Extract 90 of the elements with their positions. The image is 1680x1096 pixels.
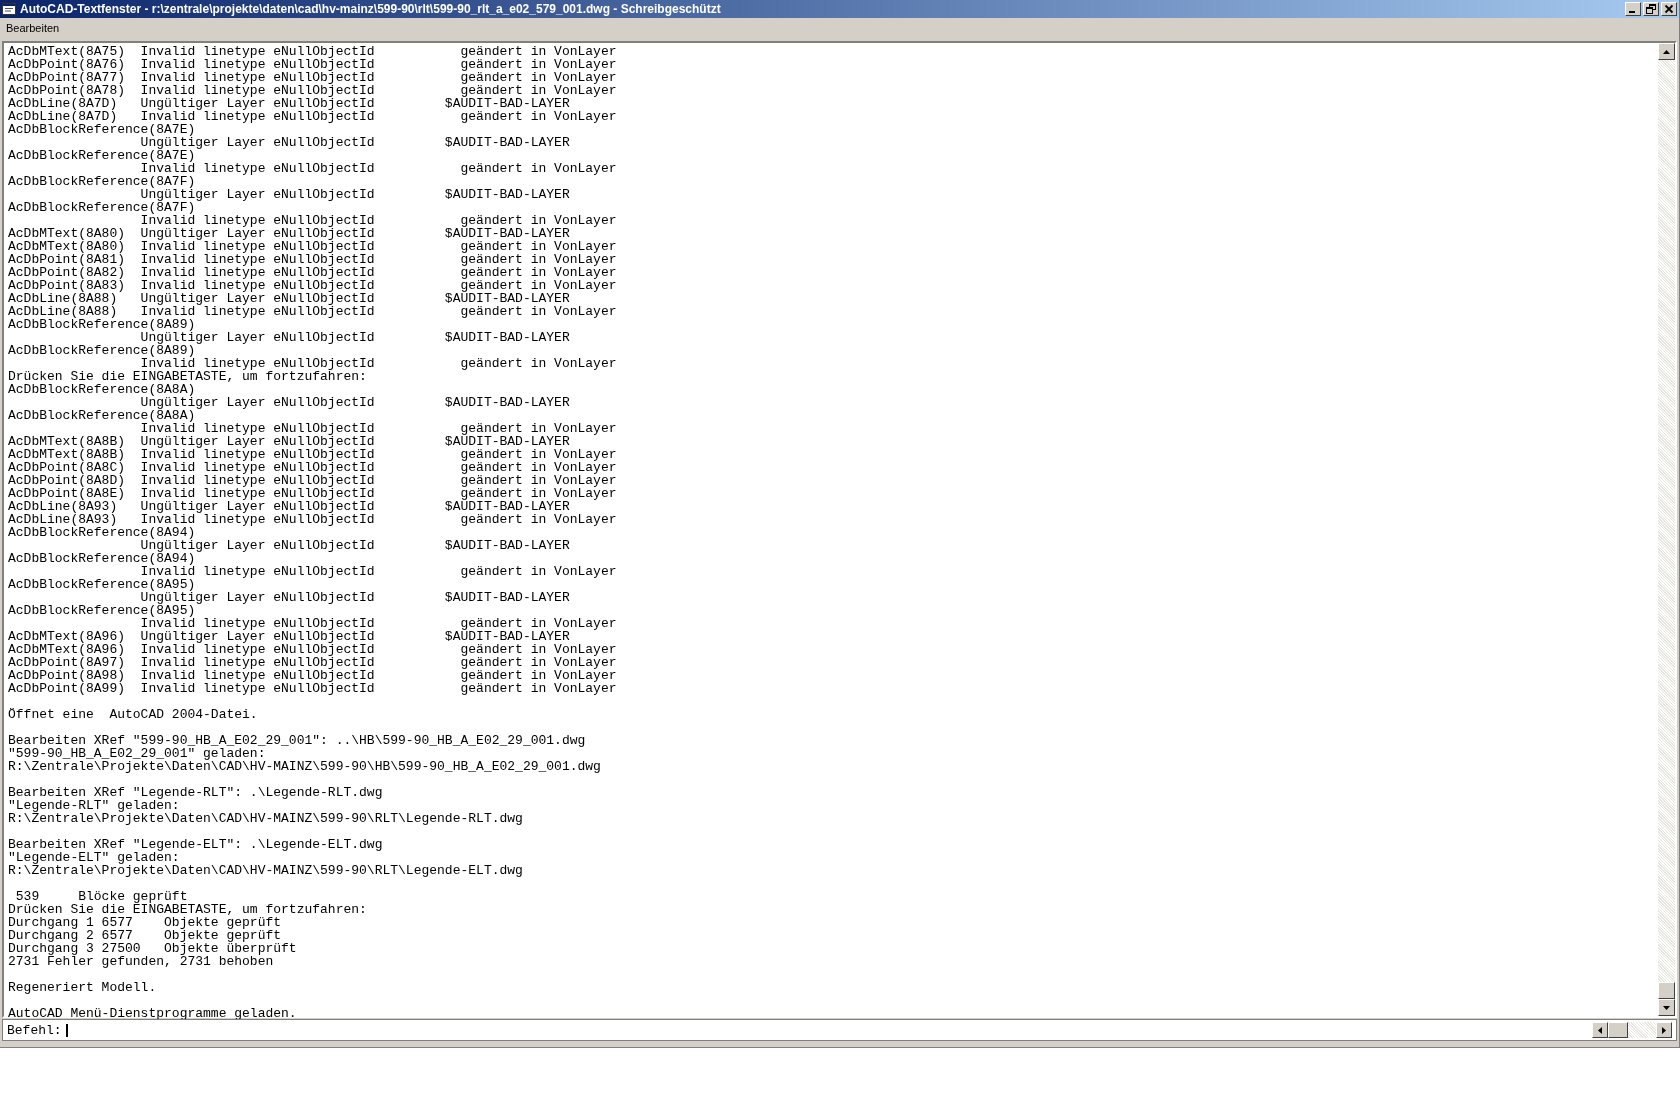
output-line: R:\Zentrale\Projekte\Daten\CAD\HV-MAINZ\599-90\RLT\Legende-ELT.dwg [8, 864, 524, 877]
output-line: "Legende-ELT" geladen: [8, 851, 180, 864]
output-line: AcDbLine(8A88) Ungültiger Layer eNullObjectId $AUDIT-BAD-LAYER [8, 292, 570, 305]
output-line: Bearbeiten XRef "Legende-RLT": .\Legende-RLT.dwg [8, 786, 384, 799]
window-icon [2, 2, 16, 16]
output-line: AcDbBlockReference(8A7F) [8, 201, 196, 214]
output-line: AcDbPoint(8A82) Invalid linetype eNullObjectId geändert in VonLayer [8, 266, 618, 279]
output-line: AcDbPoint(8A76) Invalid linetype eNullObjectId geändert in VonLayer [8, 58, 618, 71]
close-icon [1664, 4, 1674, 14]
output-line: Invalid linetype eNullObjectId geändert in VonLayer [140, 162, 618, 175]
output-line: R:\Zentrale\Projekte\Daten\CAD\HV-MAINZ\599-90\HB\599-90_HB_A_E02_29_001.dwg [8, 760, 602, 773]
output-line: Durchgang 3 27500 Objekte überprüft [8, 942, 298, 955]
output-line: AcDbBlockReference(8A95) [8, 578, 196, 591]
output-line: AcDbBlockReference(8A7E) [8, 149, 196, 162]
output-line: AcDbLine(8A88) Invalid linetype eNullObjectId geändert in VonLayer [8, 305, 618, 318]
output-line: Bearbeiten XRef "599-90_HB_A_E02_29_001": ..\HB\599-90_HB_A_E02_29_001.dwg [8, 734, 587, 747]
output-line: AcDbLine(8A7D) Ungültiger Layer eNullObjectId $AUDIT-BAD-LAYER [8, 97, 570, 110]
scroll-right-button[interactable] [1656, 1022, 1672, 1038]
output-line: AutoCAD Menü-Dienstprogramme geladen. [8, 1007, 298, 1020]
output-line: AcDbLine(8A7D) Invalid linetype eNullObjectId geändert in VonLayer [8, 110, 618, 123]
minimize-button[interactable] [1625, 2, 1641, 16]
output-line: AcDbPoint(8A8E) Invalid linetype eNullObjectId geändert in VonLayer [8, 487, 618, 500]
output-line: AcDbLine(8A93) Ungültiger Layer eNullObjectId $AUDIT-BAD-LAYER [8, 500, 570, 513]
text-cursor-icon [65, 1023, 68, 1037]
scroll-thumb[interactable] [1608, 1022, 1628, 1038]
output-line: AcDbLine(8A93) Invalid linetype eNullObjectId geändert in VonLayer [8, 513, 618, 526]
scroll-up-button[interactable] [1658, 43, 1675, 60]
output-line: 2731 Fehler gefunden, 2731 behoben [8, 955, 274, 968]
output-line: Ungültiger Layer eNullObjectId $AUDIT-BAD-LAYER [140, 539, 571, 552]
output-line: AcDbMText(8A75) Invalid linetype eNullObjectId geändert in VonLayer [8, 45, 618, 58]
output-line: AcDbBlockReference(8A7F) [8, 175, 196, 188]
minimize-icon [1629, 11, 1635, 13]
output-line: Ungültiger Layer eNullObjectId $AUDIT-BAD-LAYER [140, 591, 571, 604]
output-line: AcDbPoint(8A99) Invalid linetype eNullObjectId geändert in VonLayer [8, 682, 618, 695]
output-line: AcDbPoint(8A81) Invalid linetype eNullObjectId geändert in VonLayer [8, 253, 618, 266]
output-line: AcDbMText(8A80) Ungültiger Layer eNullObjectId $AUDIT-BAD-LAYER [8, 227, 570, 240]
output-line: AcDbBlockReference(8A7E) [8, 123, 196, 136]
command-prompt: Befehl: [6, 1022, 62, 1038]
output-line: AcDbPoint(8A78) Invalid linetype eNullObjectId geändert in VonLayer [8, 84, 618, 97]
scroll-thumb[interactable] [1658, 982, 1675, 999]
output-line: AcDbPoint(8A77) Invalid linetype eNullObjectId geändert in VonLayer [8, 71, 618, 84]
scroll-down-button[interactable] [1658, 999, 1675, 1016]
output-line: Invalid linetype eNullObjectId geändert in VonLayer [140, 565, 618, 578]
output-line: Invalid linetype eNullObjectId geändert in VonLayer [140, 422, 618, 435]
output-line: AcDbMText(8A96) Invalid linetype eNullObjectId geändert in VonLayer [8, 643, 618, 656]
output-line: AcDbMText(8A8B) Ungültiger Layer eNullObjectId $AUDIT-BAD-LAYER [8, 435, 570, 448]
down-arrow-icon [1663, 1005, 1670, 1010]
output-line: 539 Blöcke geprüft [14, 890, 189, 903]
output-line: AcDbPoint(8A98) Invalid linetype eNullObjectId geändert in VonLayer [8, 669, 618, 682]
output-line: R:\Zentrale\Projekte\Daten\CAD\HV-MAINZ\599-90\RLT\Legende-RLT.dwg [8, 812, 524, 825]
output-line: Ungültiger Layer eNullObjectId $AUDIT-BAD-LAYER [140, 136, 571, 149]
close-button[interactable] [1661, 2, 1677, 16]
window-title: AutoCAD-Textfenster - r:\zentrale\projekte\daten\cad\hv-mainz\599-90\rlt\599-90_rlt_a_e02_579_001.dwg - Schreibgeschützt [20, 2, 722, 16]
output-line: AcDbBlockReference(8A89) [8, 344, 196, 357]
output-line: AcDbMText(8A80) Invalid linetype eNullObjectId geändert in VonLayer [8, 240, 618, 253]
output-line: AcDbPoint(8A97) Invalid linetype eNullObjectId geändert in VonLayer [8, 656, 618, 669]
output-line: AcDbBlockReference(8A95) [8, 604, 196, 617]
output-line: AcDbPoint(8A8D) Invalid linetype eNullObjectId geändert in VonLayer [8, 474, 618, 487]
output-line: AcDbPoint(8A8C) Invalid linetype eNullObjectId geändert in VonLayer [8, 461, 618, 474]
scroll-left-button[interactable] [1592, 1022, 1608, 1038]
output-line: Drücken Sie die EINGABETASTE, um fortzufahren: [8, 903, 368, 916]
output-line: Ungültiger Layer eNullObjectId $AUDIT-BAD-LAYER [140, 396, 571, 409]
menu-item[interactable]: Bearbeiten [4, 21, 62, 35]
output-line: Regeneriert Modell. [8, 981, 158, 994]
restore-button[interactable] [1643, 2, 1659, 16]
output-line: "599-90_HB_A_E02_29_001" geladen: [8, 747, 266, 760]
up-arrow-icon [1663, 49, 1670, 54]
output-line: AcDbBlockReference(8A94) [8, 526, 196, 539]
output-line: AcDbMText(8A8B) Invalid linetype eNullObjectId geändert in VonLayer [8, 448, 618, 461]
output-line: Durchgang 2 6577 Objekte geprüft [8, 929, 282, 942]
horizontal-scrollbar[interactable] [1592, 1022, 1672, 1038]
output-line: Öffnet eine AutoCAD 2004-Datei. [8, 708, 259, 721]
output-line: Drücken Sie die EINGABETASTE, um fortzufahren: [8, 370, 367, 383]
output-line: AcDbBlockReference(8A89) [8, 318, 196, 331]
output-line: Invalid linetype eNullObjectId geändert in VonLayer [140, 357, 618, 370]
output-line: Invalid linetype eNullObjectId geändert in VonLayer [140, 214, 618, 227]
output-line: "Legende-RLT" geladen: [8, 799, 180, 812]
output-line: AcDbPoint(8A83) Invalid linetype eNullObjectId geändert in VonLayer [8, 279, 618, 292]
output-line: AcDbBlockReference(8A8A) [8, 383, 196, 396]
output-line: Bearbeiten XRef "Legende-ELT": .\Legende-ELT.dwg [8, 838, 384, 851]
output-line: Ungültiger Layer eNullObjectId $AUDIT-BAD-LAYER [140, 331, 571, 344]
restore-icon [1646, 4, 1656, 14]
output-line: AcDbBlockReference(8A8A) [8, 409, 196, 422]
output-line: Durchgang 1 6577 Objekte geprüft [8, 916, 283, 929]
output-line: AcDbBlockReference(8A94) [8, 552, 196, 565]
right-arrow-icon [1662, 1026, 1666, 1034]
left-arrow-icon [1598, 1026, 1602, 1034]
output-line: Invalid linetype eNullObjectId geändert in VonLayer [140, 617, 618, 630]
output-line: AcDbMText(8A96) Ungültiger Layer eNullObjectId $AUDIT-BAD-LAYER [8, 630, 570, 643]
output-line: Ungültiger Layer eNullObjectId $AUDIT-BAD-LAYER [140, 188, 571, 201]
